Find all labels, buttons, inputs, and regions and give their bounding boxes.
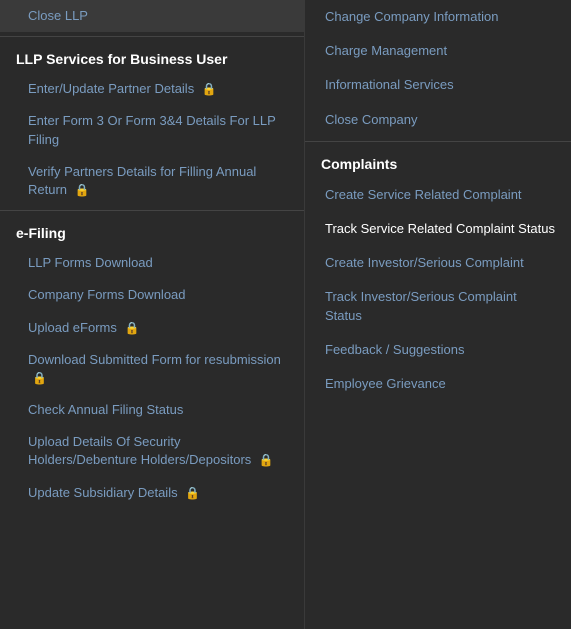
right-item-label: Change Company Information bbox=[325, 9, 498, 24]
right-item-feedback[interactable]: Feedback / Suggestions bbox=[305, 333, 571, 367]
efiling-section-header: e-Filing bbox=[0, 215, 304, 247]
efiling-item-label: Upload eForms bbox=[28, 320, 117, 335]
right-item-change-company[interactable]: Change Company Information bbox=[305, 0, 571, 34]
right-item-label: Track Investor/Serious Complaint Status bbox=[325, 289, 517, 322]
efiling-item-llp-forms[interactable]: LLP Forms Download bbox=[0, 247, 304, 279]
right-item-informational[interactable]: Informational Services bbox=[305, 68, 571, 102]
efiling-item-upload-security[interactable]: Upload Details Of Security Holders/Deben… bbox=[0, 426, 304, 476]
efiling-item-label: Upload Details Of Security Holders/Deben… bbox=[28, 434, 251, 467]
efiling-item-label: Check Annual Filing Status bbox=[28, 402, 183, 417]
lock-icon: 🔒 bbox=[185, 486, 200, 500]
right-item-create-service-complaint[interactable]: Create Service Related Complaint bbox=[305, 178, 571, 212]
right-item-label: Employee Grievance bbox=[325, 376, 446, 391]
right-item-label: Create Service Related Complaint bbox=[325, 187, 522, 202]
right-item-label: Track Service Related Complaint Status bbox=[325, 221, 555, 236]
efiling-item-label: Company Forms Download bbox=[28, 287, 186, 302]
right-item-employee-grievance[interactable]: Employee Grievance bbox=[305, 367, 571, 401]
llp-section-header: LLP Services for Business User bbox=[0, 41, 304, 73]
right-item-create-investor-complaint[interactable]: Create Investor/Serious Complaint bbox=[305, 246, 571, 280]
lock-icon: 🔒 bbox=[125, 321, 140, 335]
llp-item-label: Verify Partners Details for Filling Annu… bbox=[28, 164, 256, 197]
complaints-section-header: Complaints bbox=[305, 146, 571, 178]
lock-icon: 🔒 bbox=[32, 371, 47, 385]
efiling-item-label: Update Subsidiary Details bbox=[28, 485, 178, 500]
left-panel: Close LLP LLP Services for Business User… bbox=[0, 0, 305, 629]
close-llp-item[interactable]: Close LLP bbox=[0, 0, 304, 32]
right-divider bbox=[305, 141, 571, 142]
right-item-label: Create Investor/Serious Complaint bbox=[325, 255, 524, 270]
efiling-item-upload-eforms[interactable]: Upload eForms 🔒 bbox=[0, 312, 304, 344]
right-item-label: Informational Services bbox=[325, 77, 454, 92]
right-item-track-service-complaint[interactable]: Track Service Related Complaint Status bbox=[305, 212, 571, 246]
right-item-charge-management[interactable]: Charge Management bbox=[305, 34, 571, 68]
right-panel: Change Company Information Charge Manage… bbox=[305, 0, 571, 629]
lock-icon: 🔒 bbox=[75, 183, 90, 197]
efiling-item-label: Download Submitted Form for resubmission bbox=[28, 352, 281, 367]
right-item-label: Close Company bbox=[325, 112, 418, 127]
lock-icon: 🔒 bbox=[259, 453, 274, 467]
llp-item-label: Enter/Update Partner Details bbox=[28, 81, 194, 96]
llp-item-enter-update-partner[interactable]: Enter/Update Partner Details 🔒 bbox=[0, 73, 304, 105]
lock-icon: 🔒 bbox=[202, 82, 217, 96]
llp-item-form3[interactable]: Enter Form 3 Or Form 3&4 Details For LLP… bbox=[0, 105, 304, 155]
right-item-label: Feedback / Suggestions bbox=[325, 342, 464, 357]
efiling-item-check-annual[interactable]: Check Annual Filing Status bbox=[0, 394, 304, 426]
right-item-close-company[interactable]: Close Company bbox=[305, 103, 571, 137]
efiling-item-download-submitted[interactable]: Download Submitted Form for resubmission… bbox=[0, 344, 304, 394]
efiling-item-label: LLP Forms Download bbox=[28, 255, 153, 270]
llp-item-verify-partners[interactable]: Verify Partners Details for Filling Annu… bbox=[0, 156, 304, 206]
right-item-track-investor-complaint[interactable]: Track Investor/Serious Complaint Status bbox=[305, 280, 571, 332]
divider-2 bbox=[0, 210, 304, 211]
right-item-label: Charge Management bbox=[325, 43, 447, 58]
efiling-item-update-subsidiary[interactable]: Update Subsidiary Details 🔒 bbox=[0, 477, 304, 509]
divider-1 bbox=[0, 36, 304, 37]
efiling-item-company-forms[interactable]: Company Forms Download bbox=[0, 279, 304, 311]
llp-item-label: Enter Form 3 Or Form 3&4 Details For LLP… bbox=[28, 113, 276, 146]
